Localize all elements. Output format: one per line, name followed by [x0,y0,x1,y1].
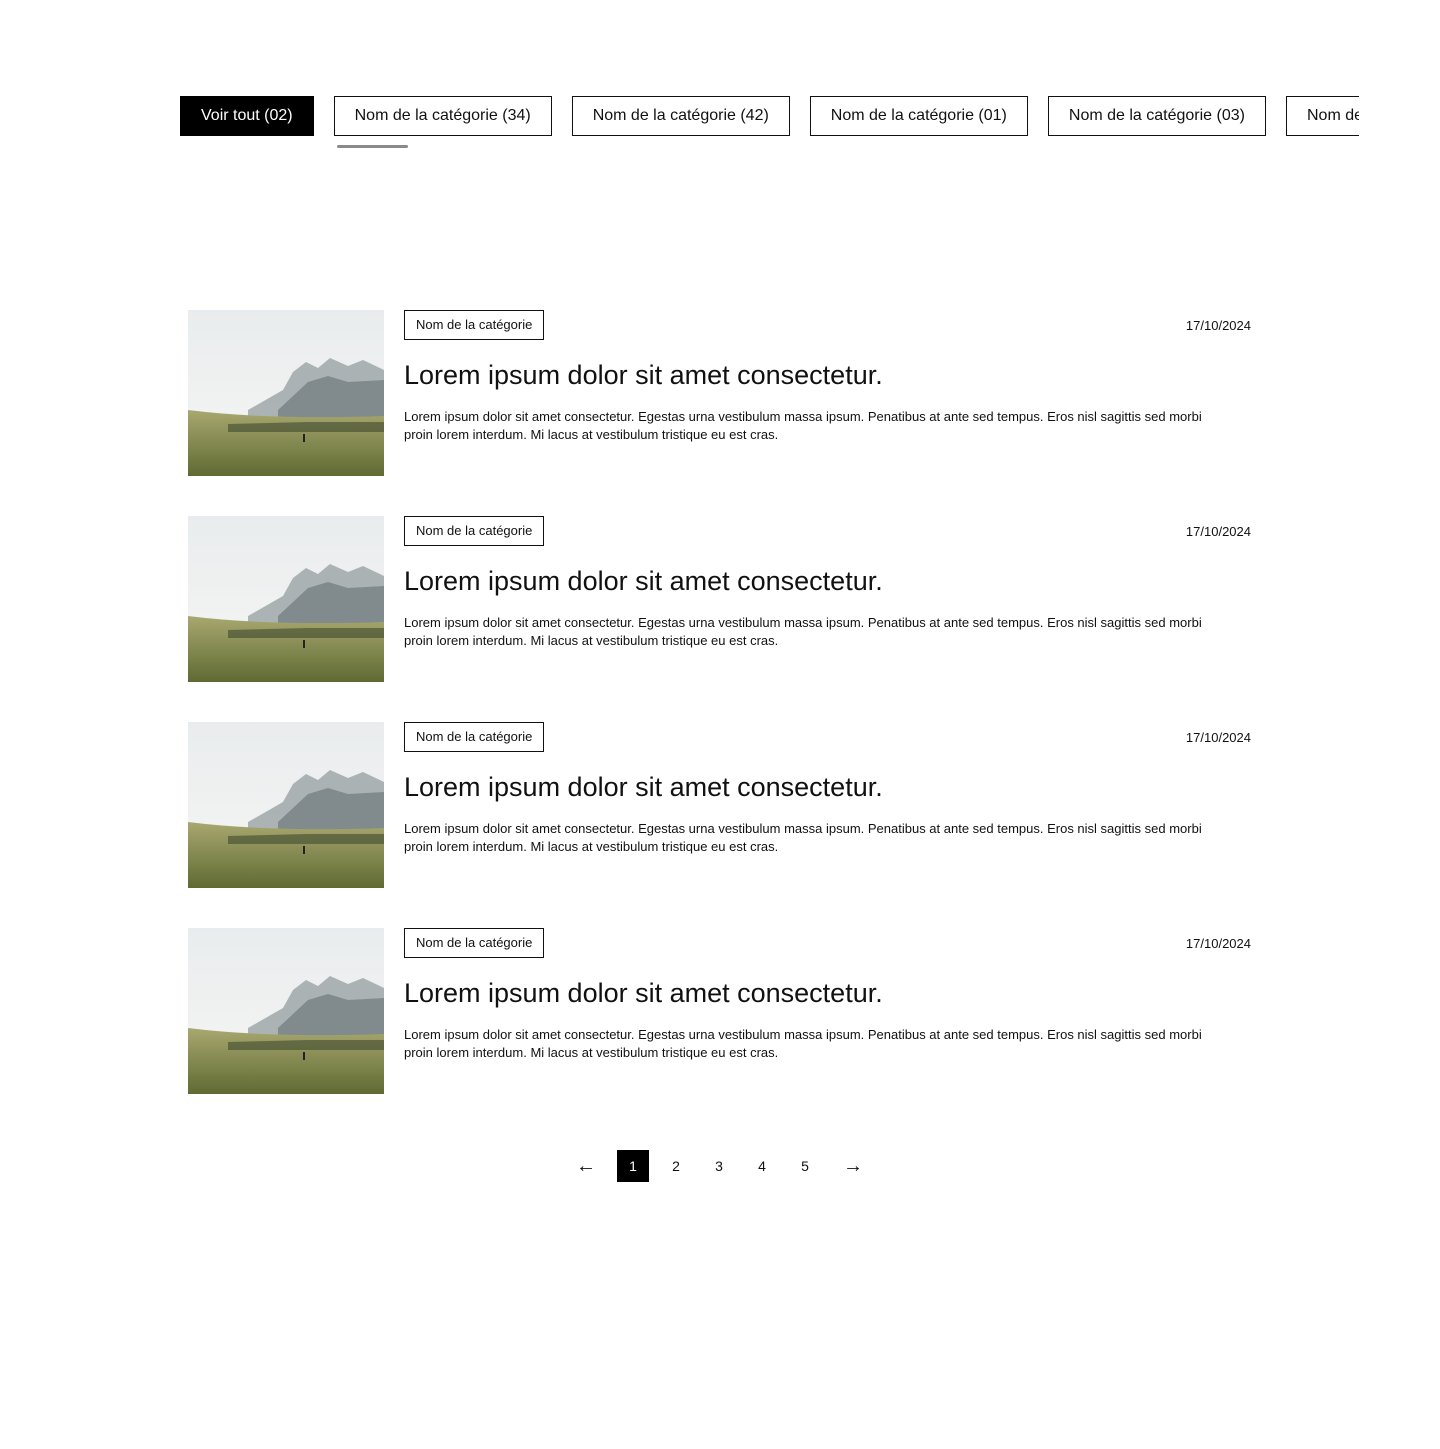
page-button[interactable]: 2 [660,1150,692,1182]
filter-chip-category[interactable]: Nom de la catégorie (01) [809,96,1028,136]
category-tag[interactable]: Nom de la catégorie [404,310,545,340]
filter-chip-category[interactable]: Nom de la catégorie (12) [1285,96,1359,136]
category-filter-bar[interactable]: Voir tout (02) Nom de la catégorie (34) … [180,96,1359,152]
article-title[interactable]: Lorem ipsum dolor sit amet consectetur. [404,564,1252,598]
filter-chip-category[interactable]: Nom de la catégorie (42) [571,96,790,136]
article-thumbnail[interactable] [188,928,384,1094]
arrow-right-icon[interactable]: → [837,1150,869,1182]
article-thumbnail[interactable] [188,722,384,888]
filter-chip-category[interactable]: Nom de la catégorie (03) [1047,96,1266,136]
article-excerpt: Lorem ipsum dolor sit amet consectetur. … [404,1027,1202,1060]
article-content: Nom de la catégorie 17/10/2024 Lorem ips… [404,722,1252,856]
article-card[interactable]: Nom de la catégorie 17/10/2024 Lorem ips… [188,310,1252,476]
article-card[interactable]: Nom de la catégorie 17/10/2024 Lorem ips… [188,722,1252,888]
horizontal-scrollbar-thumb[interactable] [337,145,408,148]
article-date: 17/10/2024 [1185,524,1251,539]
article-content: Nom de la catégorie 17/10/2024 Lorem ips… [404,516,1252,650]
article-date: 17/10/2024 [1185,730,1251,745]
page-button[interactable]: 4 [746,1150,778,1182]
category-filter-list: Voir tout (02) Nom de la catégorie (34) … [180,96,1359,136]
filter-chip-category[interactable]: Nom de la catégorie (34) [333,96,552,136]
article-title[interactable]: Lorem ipsum dolor sit amet consectetur. [404,358,1252,392]
article-thumbnail[interactable] [188,516,384,682]
article-excerpt: Lorem ipsum dolor sit amet consectetur. … [404,821,1202,854]
arrow-left-icon[interactable]: ← [570,1150,602,1182]
page-button[interactable]: 5 [789,1150,821,1182]
article-card[interactable]: Nom de la catégorie 17/10/2024 Lorem ips… [188,928,1252,1094]
filter-chip-all[interactable]: Voir tout (02) [180,96,314,136]
article-card[interactable]: Nom de la catégorie 17/10/2024 Lorem ips… [188,516,1252,682]
page-button-current[interactable]: 1 [617,1150,649,1182]
category-tag[interactable]: Nom de la catégorie [404,722,545,752]
article-title[interactable]: Lorem ipsum dolor sit amet consectetur. [404,976,1252,1010]
article-content: Nom de la catégorie 17/10/2024 Lorem ips… [404,310,1252,444]
article-date: 17/10/2024 [1185,936,1251,951]
page-button[interactable]: 3 [703,1150,735,1182]
pagination: ← 1 2 3 4 5 → [570,1150,869,1182]
article-excerpt: Lorem ipsum dolor sit amet consectetur. … [404,409,1202,442]
article-date: 17/10/2024 [1185,318,1251,333]
category-tag[interactable]: Nom de la catégorie [404,516,545,546]
article-thumbnail[interactable] [188,310,384,476]
article-title[interactable]: Lorem ipsum dolor sit amet consectetur. [404,770,1252,804]
article-content: Nom de la catégorie 17/10/2024 Lorem ips… [404,928,1252,1062]
article-excerpt: Lorem ipsum dolor sit amet consectetur. … [404,615,1202,648]
article-list: Nom de la catégorie 17/10/2024 Lorem ips… [188,310,1252,1134]
category-tag[interactable]: Nom de la catégorie [404,928,545,958]
